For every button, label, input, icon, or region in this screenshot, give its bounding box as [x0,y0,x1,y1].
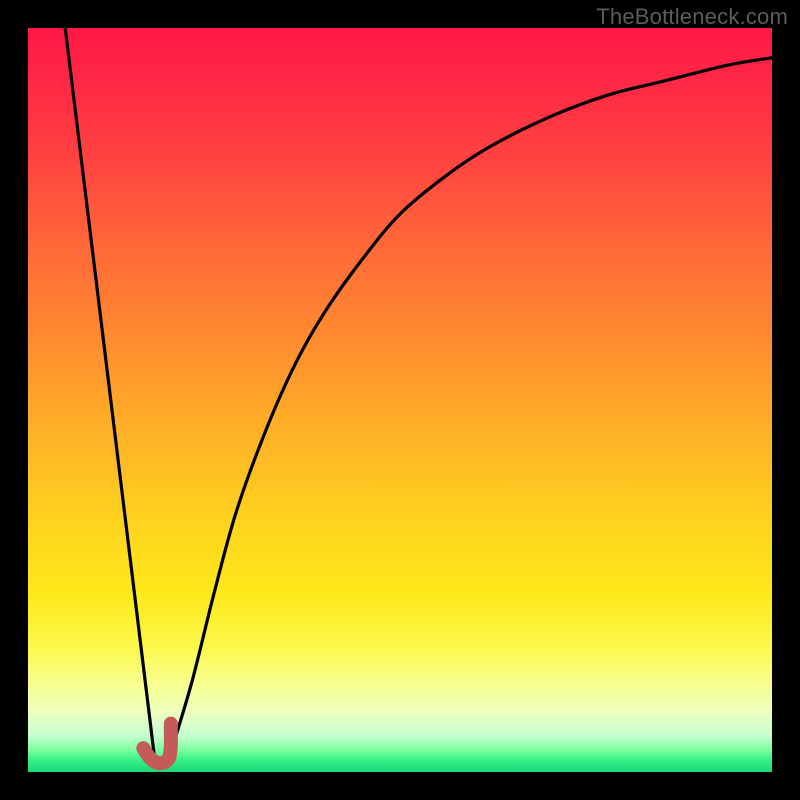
watermark-text: TheBottleneck.com [596,4,788,30]
bottom-marker-j [143,724,171,764]
chart-svg [28,28,772,772]
chart-plot-area [28,28,772,772]
descending-line [65,28,154,757]
ascending-saturating-curve [169,58,772,757]
